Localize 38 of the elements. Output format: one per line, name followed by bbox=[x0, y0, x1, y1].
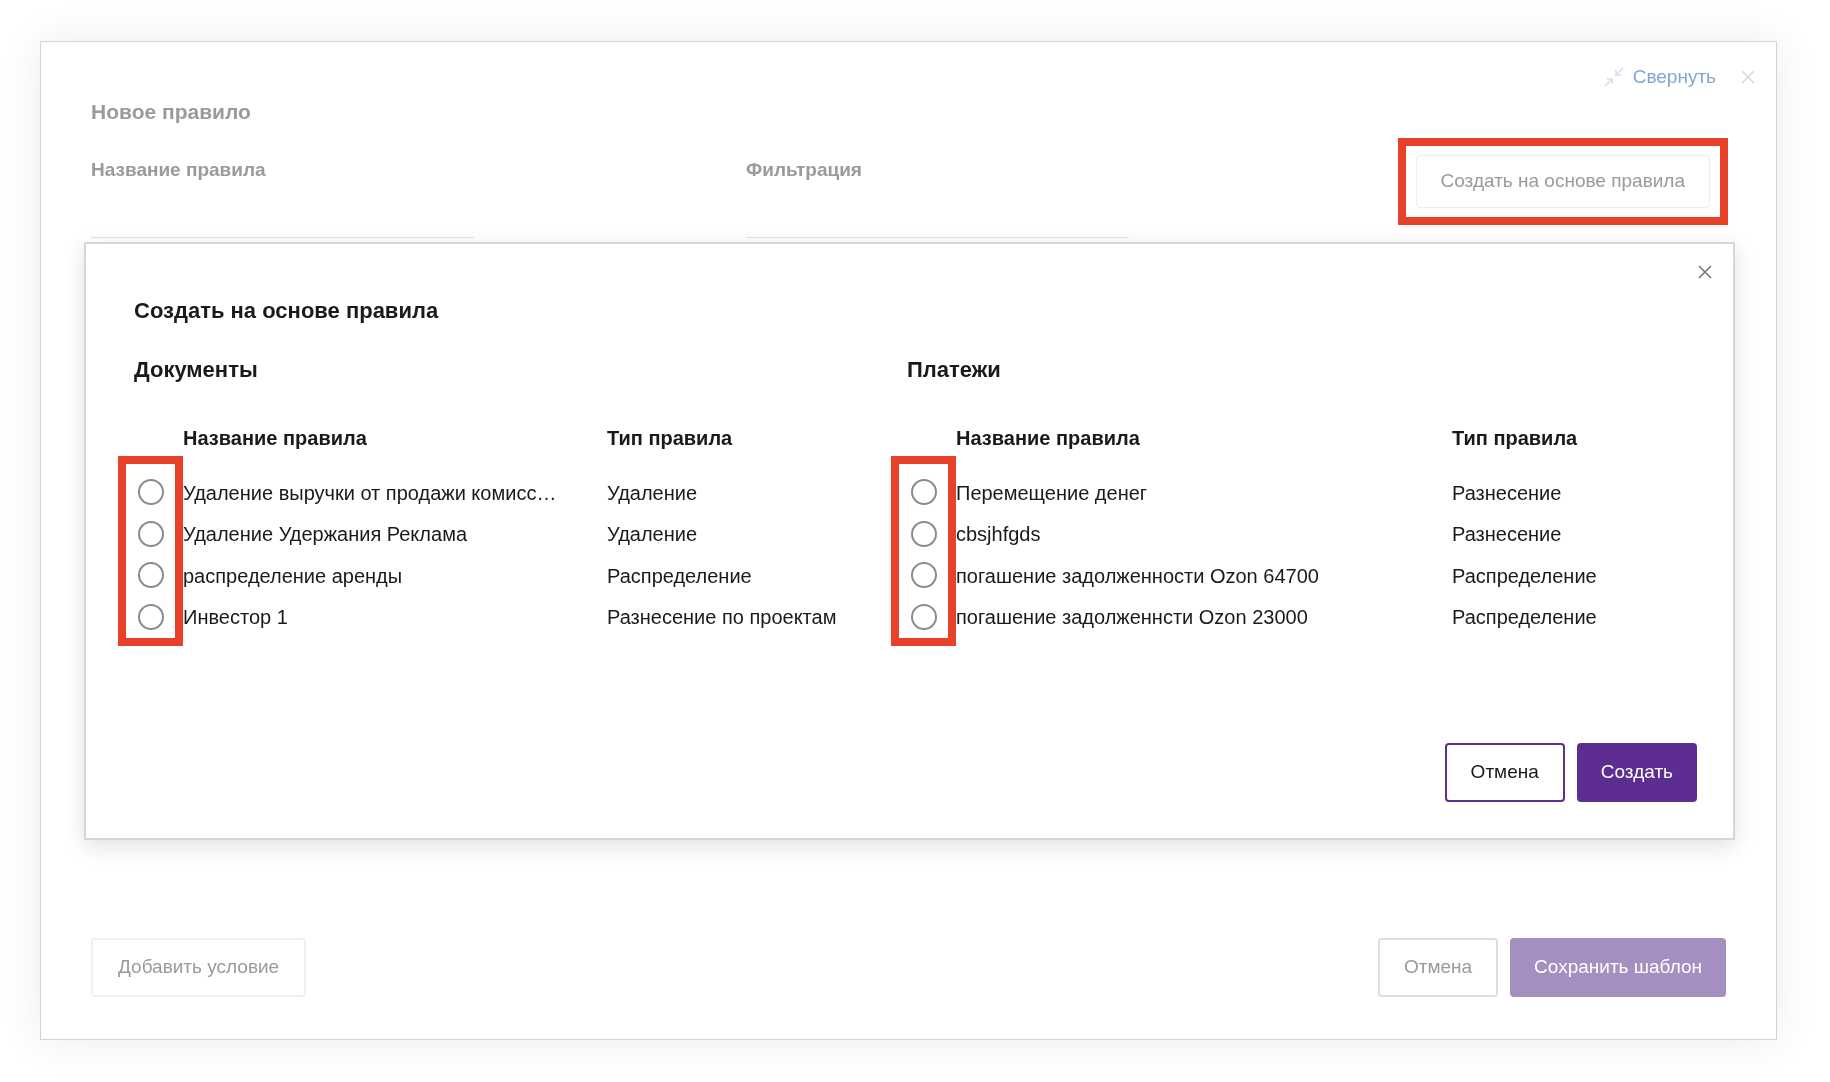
radio-button[interactable] bbox=[910, 603, 937, 630]
table-cell: Удаление bbox=[607, 523, 698, 546]
close-icon[interactable] bbox=[1697, 264, 1713, 280]
section-title: Документы bbox=[134, 356, 258, 384]
create-button[interactable]: Создать bbox=[1576, 743, 1697, 802]
radio-button[interactable] bbox=[910, 479, 937, 505]
radio-button[interactable] bbox=[137, 520, 164, 547]
column-header: Название правила bbox=[956, 427, 1140, 449]
collapse-icon bbox=[1602, 66, 1625, 88]
field-label: Название правила bbox=[91, 157, 266, 182]
column-header: Тип правила bbox=[607, 427, 733, 449]
table-cell: Перемещение денег bbox=[956, 481, 1148, 504]
radio-button[interactable] bbox=[137, 603, 164, 630]
table-cell: Инвестор 1 bbox=[183, 606, 288, 629]
table-cell: Распределение bbox=[607, 564, 752, 587]
section-title: Платежи bbox=[907, 356, 1001, 384]
table-cell: Разнесение bbox=[1452, 481, 1562, 504]
radio-button[interactable] bbox=[910, 520, 937, 547]
table-cell: Удаление Удержания Реклама bbox=[183, 523, 467, 546]
table-cell: распределение аренды bbox=[183, 564, 403, 587]
window-title: Новое правило bbox=[91, 99, 251, 125]
column-header: Тип правила bbox=[1452, 427, 1578, 449]
table-cell: погашение задолженности Ozon 64700 bbox=[956, 564, 1319, 587]
table-cell: погашение задолженнсти Ozon 23000 bbox=[956, 606, 1308, 629]
dialog-title: Создать на основе правила bbox=[134, 297, 439, 325]
column-header: Название правила bbox=[183, 427, 367, 449]
radio-button[interactable] bbox=[137, 562, 164, 588]
table-cell: Распределение bbox=[1452, 564, 1597, 587]
table-cell: Распределение bbox=[1452, 606, 1597, 629]
field-label: Фильтрация bbox=[746, 157, 862, 182]
table-cell: cbsjhfgds bbox=[956, 523, 1041, 546]
table-cell: Разнесение по проектам bbox=[607, 606, 837, 629]
radio-button[interactable] bbox=[910, 562, 937, 588]
table-cell: Удаление bbox=[607, 481, 698, 504]
cancel-button[interactable]: Отмена bbox=[1444, 743, 1565, 802]
table-cell: Разнесение bbox=[1452, 523, 1562, 546]
table-cell: Удаление выручки от продажи комисс… bbox=[183, 481, 557, 504]
radio-button[interactable] bbox=[137, 479, 164, 505]
